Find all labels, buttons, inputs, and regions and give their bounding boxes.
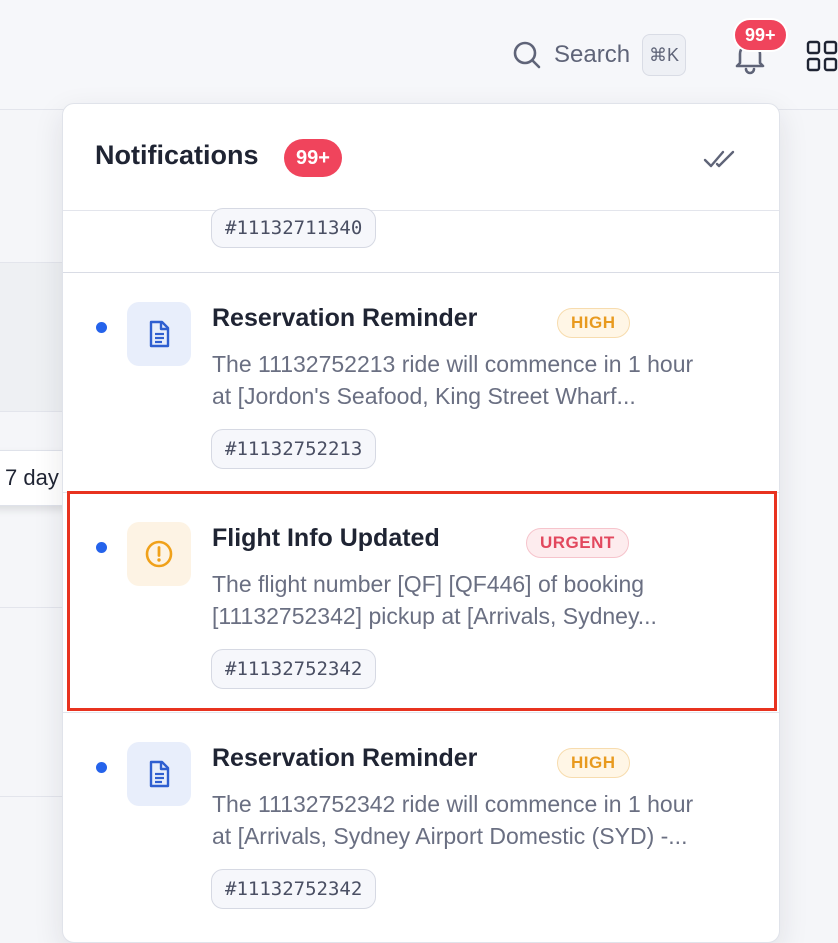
- mark-all-read-icon[interactable]: [701, 144, 737, 174]
- notification-title: Flight Info Updated: [212, 524, 440, 552]
- notifications-dropdown: Notifications 99+ #11132711340 Reservati…: [62, 103, 780, 943]
- apps-grid-icon[interactable]: [806, 40, 838, 72]
- document-icon: [127, 742, 191, 806]
- search-button[interactable]: Search ⌘K: [512, 34, 687, 76]
- notification-body-line: at [Arrivals, Sydney Airport Domestic (S…: [212, 823, 688, 849]
- background-divider: [0, 607, 70, 608]
- notification-item[interactable]: Reservation Reminder HIGH The 1113275234…: [63, 713, 779, 933]
- booking-id-tag[interactable]: #11132752213: [211, 429, 377, 469]
- notification-body: The flight number [QF] [QF446] of bookin…: [212, 568, 752, 632]
- notification-body: The 11132752213 ride will commence in 1 …: [212, 348, 752, 412]
- unread-dot: [96, 322, 107, 333]
- notifications-header: Notifications 99+: [63, 104, 779, 211]
- notifications-count-badge: 99+: [284, 139, 342, 177]
- priority-badge: HIGH: [557, 308, 630, 338]
- notification-title: Reservation Reminder: [212, 304, 478, 332]
- search-shortcut: ⌘K: [642, 34, 687, 76]
- notification-title: Reservation Reminder: [212, 744, 478, 772]
- top-bar: Search ⌘K 99+: [0, 0, 838, 110]
- search-label: Search: [554, 41, 631, 68]
- notification-body-line: The 11132752342 ride will commence in 1 …: [212, 791, 694, 817]
- notification-body-line: The 11132752213 ride will commence in 1 …: [212, 351, 694, 377]
- notification-body-line: at [Jordon's Seafood, King Street Wharf.…: [212, 383, 636, 409]
- search-icon: [513, 41, 541, 69]
- notifications-title: Notifications: [95, 140, 259, 170]
- priority-badge: URGENT: [526, 528, 629, 558]
- unread-dot: [96, 542, 107, 553]
- booking-id-tag[interactable]: #11132711340: [211, 208, 377, 248]
- unread-dot: [96, 762, 107, 773]
- alert-circle-icon: [127, 522, 191, 586]
- background-divider: [0, 796, 70, 797]
- priority-badge: HIGH: [557, 748, 630, 778]
- notification-body-line: [11132752342] pickup at [Arrivals, Sydne…: [212, 603, 657, 629]
- notification-body: The 11132752342 ride will commence in 1 …: [212, 788, 752, 852]
- notification-item[interactable]: Reservation Reminder HIGH The 1113275221…: [63, 273, 779, 493]
- bell-count-badge: 99+: [733, 18, 788, 52]
- booking-id-tag[interactable]: #11132752342: [211, 649, 377, 689]
- background-panel: [0, 262, 70, 412]
- notification-body-line: The flight number [QF] [QF446] of bookin…: [212, 571, 645, 597]
- document-icon: [127, 302, 191, 366]
- booking-id-tag[interactable]: #11132752342: [211, 869, 377, 909]
- notification-item[interactable]: Flight Info Updated URGENT The flight nu…: [63, 493, 779, 713]
